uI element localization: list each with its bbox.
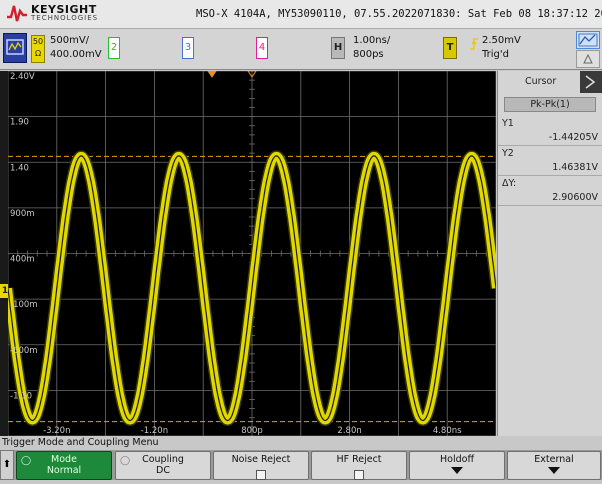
brand-sub: TECHNOLOGIES bbox=[31, 14, 99, 22]
delta-cursor-icon[interactable] bbox=[576, 50, 600, 68]
time-delay: 800ps bbox=[353, 49, 384, 60]
x-axis-label: -3.20n bbox=[43, 426, 70, 436]
x-axis-label: 4.80ns bbox=[433, 426, 462, 436]
softkey-holdoff[interactable]: Holdoff bbox=[409, 451, 505, 480]
cursor-panel-icon[interactable] bbox=[576, 31, 600, 49]
cursor-title: Cursor bbox=[525, 76, 557, 87]
y-axis-label: 1.40 bbox=[10, 163, 29, 173]
measurement-value: 1.46381V bbox=[552, 162, 598, 173]
x-axis-label: 2.80n bbox=[337, 426, 361, 436]
softkey-mode[interactable]: ◯ Mode Normal bbox=[16, 451, 112, 480]
y-axis-label: 1.90 bbox=[10, 118, 29, 128]
softkey-hf-reject[interactable]: HF Reject bbox=[311, 451, 407, 480]
keysight-wave-icon bbox=[7, 5, 27, 22]
time-per-div: 1.00ns/ bbox=[353, 35, 391, 46]
horizontal-badge[interactable]: H bbox=[331, 37, 345, 59]
softkey-coupling[interactable]: ◯ Coupling DC bbox=[115, 451, 211, 480]
trigger-edge-icon bbox=[468, 35, 480, 58]
ch2-button[interactable]: 2 bbox=[108, 37, 120, 59]
y-axis-label: -100m bbox=[10, 300, 38, 310]
ch1-offset: 400.00mV bbox=[50, 49, 102, 60]
ch1-settings[interactable]: 500mV/ 400.00mV bbox=[50, 34, 102, 62]
measurement-label: Y2 bbox=[502, 148, 514, 159]
ch1-display-icon[interactable] bbox=[3, 33, 27, 63]
softkey-mode-value: Normal bbox=[46, 465, 82, 476]
cursor-mode[interactable]: Pk-Pk(1) bbox=[504, 97, 596, 112]
softkey-holdoff-label: Holdoff bbox=[440, 454, 474, 465]
trigger-level: 2.50mV bbox=[482, 35, 521, 46]
keysight-logo: KEYSIGHT TECHNOLOGIES bbox=[6, 3, 98, 23]
measurement-0: Y1 -1.44205V bbox=[498, 116, 602, 146]
left-strip bbox=[0, 71, 8, 436]
menu-title: Trigger Mode and Coupling Menu bbox=[0, 436, 602, 450]
measurement-1: Y2 1.46381V bbox=[498, 146, 602, 176]
model-info: MSO-X 4104A, MY53090110, 07.55.202207183… bbox=[196, 8, 602, 20]
measurement-value: -1.44205V bbox=[548, 132, 598, 143]
menu-back-button[interactable]: ⬆ bbox=[0, 450, 14, 480]
softkey-mode-label: Mode bbox=[51, 454, 77, 465]
ch1-impedance-unit: Ω bbox=[34, 49, 42, 58]
top-bar: KEYSIGHT TECHNOLOGIES MSO-X 4104A, MY530… bbox=[0, 0, 602, 28]
measurement-2: ΔY: 2.90600V bbox=[498, 176, 602, 206]
channel-bar: 50 Ω 500mV/ 400.00mV 2 3 4 H 1.00ns/ 800… bbox=[0, 28, 602, 70]
softkey-external[interactable]: External bbox=[507, 451, 601, 480]
trigger-settings[interactable]: 2.50mV Trig'd bbox=[482, 34, 521, 62]
measurement-value: 2.90600V bbox=[552, 192, 598, 203]
scope-screen-icon bbox=[6, 39, 24, 55]
ch1-scale: 500mV/ bbox=[50, 35, 90, 46]
softkey-noise-reject[interactable]: Noise Reject bbox=[213, 451, 309, 480]
y-axis-label: 400m bbox=[10, 255, 35, 265]
submenu-arrow-icon bbox=[548, 467, 560, 474]
cursor-panel: Cursor Pk-Pk(1) Y1 -1.44205V Y2 1.46381V ΔY:… bbox=[497, 71, 602, 436]
y-axis-label: -600m bbox=[10, 346, 38, 356]
hf-reject-checkbox[interactable] bbox=[354, 470, 364, 480]
noise-reject-checkbox[interactable] bbox=[256, 470, 266, 480]
measurement-label: Y1 bbox=[502, 118, 514, 129]
softkey-knob-icon: ◯ bbox=[120, 456, 131, 466]
corner-icons bbox=[576, 31, 600, 69]
waveform-display[interactable]: 2.40V 1.90 1.40 900m 400m -100m -600m -1.10 -3.2… bbox=[8, 71, 496, 436]
softkey-knob-icon: ◯ bbox=[21, 456, 32, 466]
softkey-bar: ⬆ ◯ Mode Normal ◯ Coupling DC Noise Reje… bbox=[0, 450, 602, 480]
trigger-position-marker bbox=[207, 71, 217, 78]
trigger-badge[interactable]: T bbox=[443, 37, 457, 59]
cursor-select-icon[interactable] bbox=[580, 71, 602, 93]
y-axis-label: 2.40V bbox=[10, 72, 35, 82]
softkey-external-label: External bbox=[534, 454, 574, 465]
softkey-coupling-value: DC bbox=[156, 465, 170, 476]
softkey-coupling-label: Coupling bbox=[142, 454, 184, 465]
softkey-hf-reject-label: HF Reject bbox=[336, 454, 382, 465]
x-axis-label: -1.20n bbox=[141, 426, 168, 436]
ch4-button[interactable]: 4 bbox=[256, 37, 268, 59]
submenu-arrow-icon bbox=[451, 467, 463, 474]
measurement-list: Y1 -1.44205V Y2 1.46381V ΔY: 2.90600V bbox=[498, 116, 602, 206]
x-axis-label: 800p bbox=[241, 426, 263, 436]
ch3-button[interactable]: 3 bbox=[182, 37, 194, 59]
softkey-noise-reject-label: Noise Reject bbox=[231, 454, 291, 465]
y-axis-label: 900m bbox=[10, 209, 35, 219]
cursor-header: Cursor bbox=[498, 71, 602, 93]
ch1-impedance-value: 50 bbox=[32, 37, 44, 46]
trigger-status: Trig'd bbox=[482, 49, 509, 60]
measurement-label: ΔY: bbox=[502, 178, 517, 189]
horizontal-settings[interactable]: 1.00ns/ 800ps bbox=[353, 34, 390, 62]
ch1-impedance-badge[interactable]: 50 Ω bbox=[31, 35, 45, 63]
y-axis-label: -1.10 bbox=[10, 391, 32, 401]
